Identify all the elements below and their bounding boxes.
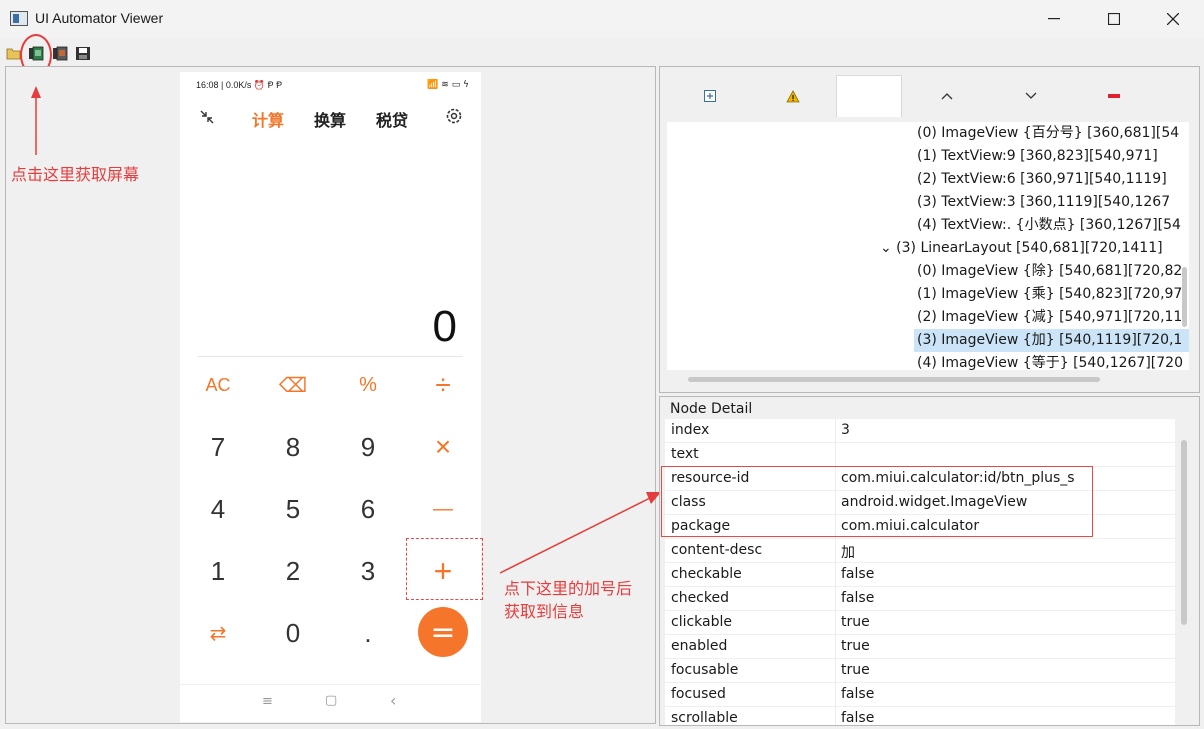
detail-key: focused — [671, 686, 726, 702]
detail-key: enabled — [671, 638, 728, 654]
node-detail-title: Node Detail — [670, 401, 753, 417]
detail-key: focusable — [671, 662, 739, 678]
detail-key: index — [671, 422, 710, 438]
expand-all-button[interactable] — [677, 75, 743, 117]
expand-all-icon — [704, 90, 716, 102]
tree-node[interactable]: (0) ImageView {百分号} [360,681][54 — [917, 122, 1179, 145]
warning-icon — [786, 89, 800, 102]
table-row[interactable]: index 3 — [665, 419, 1175, 443]
detail-value: false — [841, 686, 875, 702]
detail-value: false — [841, 566, 875, 582]
chevron-up-icon — [941, 93, 953, 100]
table-row[interactable]: content-desc 加 — [665, 539, 1175, 563]
hierarchy-pane: (0) ImageView {百分号} [360,681][54 (1) Tex… — [659, 66, 1200, 393]
node-detail-scrollbar[interactable] — [1181, 440, 1187, 625]
clear-search-button[interactable] — [1081, 75, 1147, 117]
chevron-down-icon — [1025, 92, 1037, 99]
detail-key: content-desc — [671, 542, 763, 558]
detail-value: false — [841, 590, 875, 606]
next-node-button[interactable] — [998, 75, 1064, 117]
toggle-nafs-button[interactable] — [760, 75, 826, 117]
table-row[interactable]: scrollable false — [665, 707, 1175, 726]
hierarchy-horizontal-scrollbar[interactable] — [688, 377, 1100, 382]
table-row[interactable]: clickable true — [665, 611, 1175, 635]
detail-value: true — [841, 614, 870, 630]
hierarchy-tree[interactable]: (0) ImageView {百分号} [360,681][54 (1) Tex… — [667, 122, 1189, 370]
detail-key: scrollable — [671, 710, 738, 726]
minus-icon — [1108, 94, 1120, 98]
tree-node-linearlayout[interactable]: ⌄ (3) LinearLayout [540,681][720,1411] — [880, 237, 1163, 260]
hierarchy-vertical-scrollbar[interactable] — [1182, 267, 1187, 327]
table-row[interactable]: focusable true — [665, 659, 1175, 683]
tree-node[interactable]: (4) TextView:. {小数点} [360,1267][54 — [917, 214, 1181, 237]
tree-node-selected[interactable]: (3) ImageView {加} [540,1119][720,1 — [914, 329, 1189, 352]
tree-node[interactable]: (2) ImageView {减} [540,971][720,11 — [917, 306, 1182, 329]
table-row[interactable]: focused false — [665, 683, 1175, 707]
table-row[interactable]: enabled true — [665, 635, 1175, 659]
detail-value: true — [841, 662, 870, 678]
node-detail-pane: Node Detail index 3 text resource-id com.m… — [659, 396, 1200, 726]
tree-node[interactable]: (0) ImageView {除} [540,681][720,82 — [917, 260, 1182, 283]
blank-tool-button[interactable] — [836, 75, 902, 117]
detail-key: checked — [671, 590, 729, 606]
detail-highlight-box — [661, 466, 1093, 537]
detail-key: clickable — [671, 614, 733, 630]
detail-value: 3 — [841, 422, 850, 438]
table-row[interactable]: checked false — [665, 587, 1175, 611]
tree-node[interactable]: (1) ImageView {乘} [540,823][720,97 — [917, 283, 1182, 306]
detail-value: true — [841, 638, 870, 654]
tree-node[interactable]: (3) TextView:3 [360,1119][540,1267 — [917, 191, 1170, 214]
app-window: UI Automator Viewer 16:08 | 0.0K/s ⏰ Ᵽ Ᵽ… — [0, 0, 1204, 729]
previous-node-button[interactable] — [914, 75, 980, 117]
detail-key: text — [671, 446, 699, 462]
detail-value: false — [841, 710, 875, 726]
table-row[interactable]: checkable false — [665, 563, 1175, 587]
tree-node[interactable]: (1) TextView:9 [360,823][540,971] — [917, 145, 1158, 168]
table-row[interactable]: text — [665, 443, 1175, 467]
detail-value: 加 — [841, 545, 855, 561]
detail-key: checkable — [671, 566, 742, 582]
tree-node[interactable]: (2) TextView:6 [360,971][540,1119] — [917, 168, 1167, 191]
tree-node[interactable]: (4) ImageView {等于} [540,1267][720 — [917, 352, 1183, 370]
